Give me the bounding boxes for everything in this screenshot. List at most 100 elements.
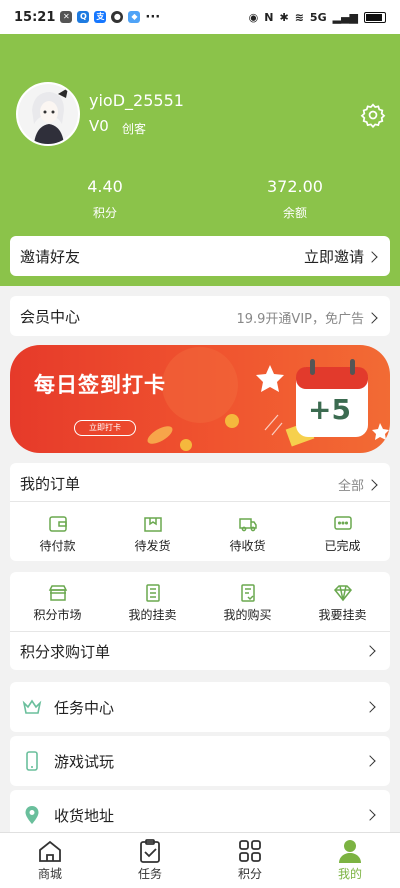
document-icon — [145, 584, 160, 602]
tab-label: 任务 — [137, 867, 162, 881]
level-badge: V0 — [89, 117, 109, 135]
chevron-right-icon — [366, 250, 378, 263]
order-pending-shipment[interactable]: 待发货 — [105, 515, 200, 554]
role-label: 创客 — [122, 122, 147, 136]
package-icon — [143, 517, 162, 532]
invite-title: 邀请好友 — [20, 248, 81, 266]
signal-icon: 5G — [309, 10, 327, 24]
balance-stat[interactable]: 372.00 余额 — [235, 177, 355, 221]
eye-icon: ◉ — [248, 10, 259, 24]
chevron-right-icon — [364, 701, 376, 713]
order-status-label: 待付款 — [39, 539, 76, 553]
invite-friends-row[interactable]: 邀请好友 立即邀请 — [10, 236, 390, 276]
chevron-right-icon — [364, 809, 376, 821]
list-item-label: 任务中心 — [54, 699, 115, 717]
orders-all-link[interactable]: 全部 — [337, 475, 378, 494]
banner-title: 每日签到打卡 — [34, 373, 166, 397]
sell-points-entry[interactable]: 我要挂卖 — [295, 584, 390, 623]
more-icon: ··· — [145, 9, 161, 25]
market-label: 我的挂卖 — [128, 608, 177, 622]
grid-icon — [239, 840, 261, 862]
checkin-banner[interactable]: 每日签到打卡 立即打卡 +5 — [10, 345, 390, 453]
signal-icon: ▂▄▆ — [332, 10, 358, 24]
order-pending-payment[interactable]: 待付款 — [10, 515, 105, 554]
orders-status-grid: 待付款 待发货 待收货 已完成 — [10, 515, 390, 554]
home-icon — [39, 840, 61, 862]
chat-icon — [333, 516, 352, 530]
market-label: 我要挂卖 — [318, 608, 367, 622]
points-stat[interactable]: 4.40 积分 — [45, 177, 165, 221]
order-status-label: 已完成 — [324, 539, 361, 553]
order-pending-receipt[interactable]: 待收货 — [200, 515, 295, 554]
order-status-label: 待发货 — [134, 539, 171, 553]
receipt-icon — [240, 584, 255, 602]
vip-center-row[interactable]: 会员中心 19.9开通VIP，免广告 — [10, 296, 390, 336]
market-grid: 积分市场 我的挂卖 我的购买 我要挂卖 — [10, 584, 390, 623]
vip-promo[interactable]: 19.9开通VIP，免广告 — [236, 308, 378, 327]
market-label: 积分市场 — [33, 608, 82, 622]
invite-action[interactable]: 立即邀请 — [303, 246, 378, 267]
user-icon — [339, 840, 361, 863]
username: yioD_25551 — [89, 91, 184, 110]
chevron-right-icon — [364, 755, 376, 767]
status-bar: 15:21 ✕ Q 支 ● ◆ ··· ◉ N ✱ ≋ 5G ▂▄▆ — [0, 0, 400, 34]
wallet-icon — [48, 516, 67, 532]
chevron-right-icon — [366, 478, 378, 491]
alipay-icon: 支 — [94, 11, 107, 23]
points-label: 积分 — [92, 206, 117, 220]
clipboard-check-icon — [140, 839, 160, 863]
tab-label: 积分 — [237, 867, 262, 881]
my-listings-entry[interactable]: 我的挂卖 — [105, 584, 200, 623]
notification-icon: ✕ — [60, 11, 73, 23]
status-time: 15:21 — [14, 9, 56, 25]
app-icon: ◆ — [128, 11, 141, 23]
store-icon — [48, 585, 67, 601]
purchase-orders-row[interactable]: 积分求购订单 — [10, 632, 390, 670]
truck-icon — [238, 518, 257, 532]
tab-label: 商城 — [37, 867, 62, 881]
bottom-tab-bar: 商城 任务 积分 我的 — [0, 832, 400, 888]
purchase-orders-title: 积分求购订单 — [20, 643, 111, 661]
chevron-right-icon — [366, 311, 378, 324]
checkin-button[interactable]: 立即打卡 — [74, 420, 136, 436]
list-item-label: 游戏试玩 — [54, 753, 115, 771]
nfc-icon: N — [264, 10, 274, 24]
bluetooth-icon: ✱ — [279, 10, 289, 24]
orders-all-label: 全部 — [337, 479, 364, 494]
orders-title: 我的订单 — [20, 475, 81, 493]
orders-card: 我的订单 全部 待付款 待发货 待收货 已完成 — [10, 463, 390, 561]
points-value: 4.40 — [87, 177, 123, 196]
phone-icon — [26, 751, 38, 771]
location-icon — [25, 806, 39, 824]
diamond-icon — [333, 585, 352, 602]
crown-icon — [22, 699, 42, 714]
game-trial-row[interactable]: 游戏试玩 — [10, 736, 390, 786]
invite-action-label: 立即邀请 — [303, 248, 364, 266]
balance-label: 余额 — [282, 206, 307, 220]
task-center-row[interactable]: 任务中心 — [10, 682, 390, 732]
points-market-entry[interactable]: 积分市场 — [10, 584, 105, 623]
balance-value: 372.00 — [267, 177, 323, 196]
app-icon: ● — [111, 11, 124, 23]
tab-label: 我的 — [337, 867, 362, 881]
shipping-address-row[interactable]: 收货地址 — [10, 790, 390, 832]
order-completed[interactable]: 已完成 — [295, 515, 390, 554]
my-purchases-entry[interactable]: 我的购买 — [200, 584, 295, 623]
battery-icon — [364, 11, 386, 23]
chevron-right-icon — [364, 645, 376, 657]
list-item-label: 收货地址 — [54, 807, 115, 825]
divider — [10, 501, 390, 502]
tab-mall[interactable]: 商城 — [0, 833, 100, 888]
tab-points[interactable]: 积分 — [200, 833, 300, 888]
order-status-label: 待收货 — [229, 539, 266, 553]
tab-tasks[interactable]: 任务 — [100, 833, 200, 888]
tab-mine[interactable]: 我的 — [300, 833, 400, 888]
app-icon: Q — [77, 11, 90, 23]
points-market-card: 积分市场 我的挂卖 我的购买 我要挂卖 积分求购订单 — [10, 572, 390, 670]
gear-icon[interactable] — [360, 102, 386, 128]
wifi-icon: ≋ — [294, 10, 304, 24]
avatar[interactable] — [16, 82, 80, 146]
market-label: 我的购买 — [223, 608, 272, 622]
vip-title: 会员中心 — [20, 308, 81, 326]
vip-promo-label: 19.9开通VIP，免广告 — [236, 312, 364, 327]
